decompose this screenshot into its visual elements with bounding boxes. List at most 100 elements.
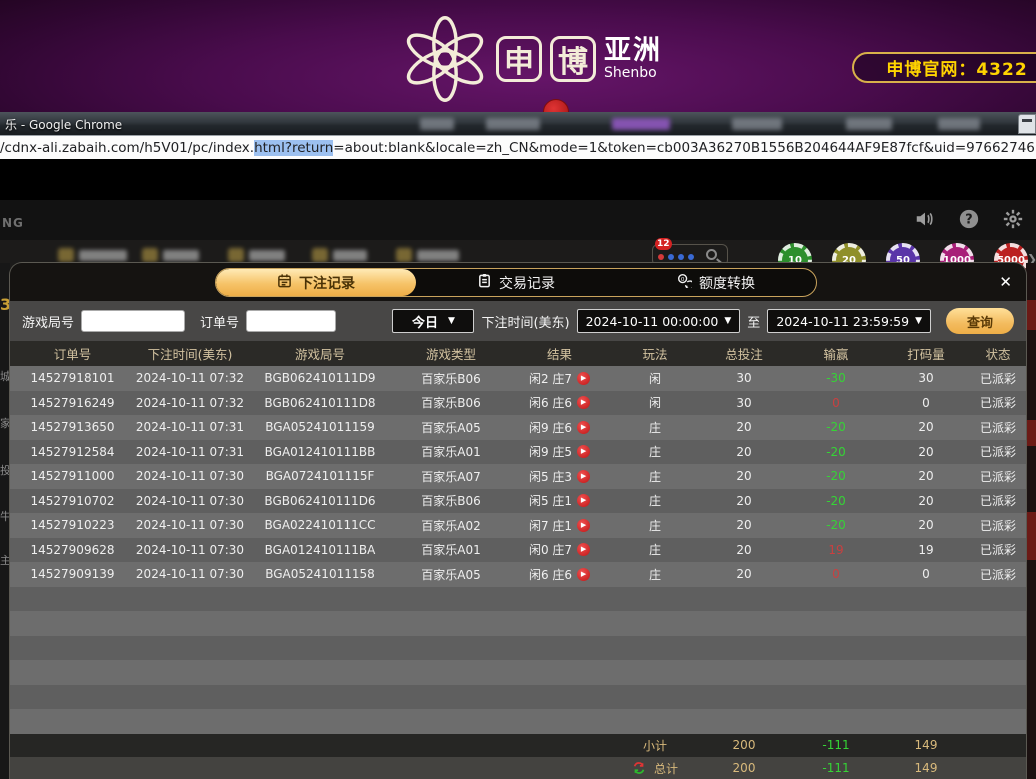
chevron-down-icon: ▼ [448,316,455,326]
cell-total-bet: 20 [698,445,790,459]
cell-win-loss: -20 [790,518,882,532]
cell-game-type: 百家乐B06 [395,370,507,387]
cell-result: 闲6 庄6▶ [507,566,612,583]
cell-bet-time: 2024-10-11 07:31 [135,420,245,434]
url-selected-text: html?return [254,140,333,156]
lobby-fragment: 牛 [0,508,10,524]
replay-button[interactable]: ▶ [577,494,590,507]
cell-status: 已派彩 [970,517,1026,534]
sum-turnover: 149 [882,738,970,752]
calendar-icon [277,273,292,292]
bet-time-label: 下注时间(美东) [481,312,569,331]
cell-game-round: BGA012410111BA [245,543,395,557]
cell-win-loss: 0 [790,567,882,581]
column-header: 游戏类型 [395,344,507,363]
table-row: 145279091392024-10-11 07:30BGA0524101115… [10,562,1026,587]
cell-order-id: 14527910223 [10,518,135,532]
sum-total-bet: 200 [698,738,790,752]
date-to-select[interactable]: 2024-10-11 23:59:59▼ [767,309,931,333]
cell-play: 庄 [612,419,698,436]
replay-button[interactable]: ▶ [577,445,590,458]
cell-bet-time: 2024-10-11 07:30 [135,567,245,581]
window-control-button[interactable] [1018,114,1036,134]
lobby-fragment: 主 [0,552,10,568]
column-header: 总投注 [698,344,790,363]
cell-total-bet: 20 [698,567,790,581]
cell-result: 闲2 庄7▶ [507,370,612,387]
cell-total-bet: 20 [698,518,790,532]
cell-game-type: 百家乐A01 [395,541,507,558]
cell-turnover: 20 [882,518,970,532]
blurred-game-tab [396,248,459,262]
table-body: 145279181012024-10-11 07:32BGB062410111D… [10,366,1026,734]
cell-total-bet: 30 [698,371,790,385]
screen: 申 博 亚洲 Shenbo 申博官网：4322 乐 - Google Chrom… [0,0,1036,779]
cell-status: 已派彩 [970,370,1026,387]
cell-bet-time: 2024-10-11 07:32 [135,396,245,410]
coins-icon: 0 [677,273,692,292]
cell-total-bet: 20 [698,494,790,508]
replay-button[interactable]: ▶ [577,372,590,385]
tab-transaction-records[interactable]: 交易记录 [416,269,616,296]
cell-bet-time: 2024-10-11 07:30 [135,469,245,483]
cell-turnover: 20 [882,494,970,508]
cell-play: 闲 [612,394,698,411]
cell-total-bet: 20 [698,469,790,483]
empty-table-row [10,709,1026,734]
column-header: 状态 [970,344,1026,363]
cell-win-loss: -30 [790,371,882,385]
cell-game-round: BGA05241011159 [245,420,395,434]
close-icon[interactable]: ✕ [999,273,1012,291]
cell-total-bet: 20 [698,543,790,557]
records-modal: 下注记录交易记录0额度转换 ✕ 游戏局号 订单号 今日▼ 下注时间(美东) 20… [10,263,1026,779]
replay-button[interactable]: ▶ [577,519,590,532]
empty-table-row [10,685,1026,710]
column-header: 玩法 [612,344,698,363]
search-icon[interactable] [706,249,717,260]
speaker-icon[interactable] [914,208,936,230]
svg-text:?: ? [965,213,972,228]
cell-game-type: 百家乐A05 [395,566,507,583]
date-from-select[interactable]: 2024-10-11 00:00:00▼ [577,309,741,333]
replay-button[interactable]: ▶ [577,421,590,434]
logo-char-box: 申 [496,36,542,82]
url-text: /cdnx-ali.zabaih.com/h5V01/pc/index. [0,140,254,156]
replay-button[interactable]: ▶ [577,568,590,581]
date-range-select[interactable]: 今日▼ [392,309,474,333]
sum-win-loss: -111 [790,761,882,775]
tab-bet-records[interactable]: 下注记录 [216,269,416,296]
empty-table-row [10,587,1026,612]
cell-play: 庄 [612,468,698,485]
replay-button[interactable]: ▶ [577,543,590,556]
cell-win-loss: 19 [790,543,882,557]
page-background [0,159,1036,200]
search-button[interactable]: 查询 [946,308,1014,334]
sum-turnover: 149 [882,761,970,775]
modal-tab-bar: 下注记录交易记录0额度转换 ✕ [10,263,1026,301]
logo-en-text: Shenbo [604,66,662,81]
cell-turnover: 20 [882,445,970,459]
refresh-icon[interactable] [632,761,646,775]
cell-status: 已派彩 [970,468,1026,485]
sum-label: 总计 [612,760,698,777]
replay-button[interactable]: ▶ [577,470,590,483]
cell-order-id: 14527909628 [10,543,135,557]
tab-quota-transfer[interactable]: 0额度转换 [616,269,816,296]
cell-result: 闲9 庄5▶ [507,443,612,460]
cell-order-id: 14527913650 [10,420,135,434]
logo-char-box: 博 [550,36,596,82]
cell-game-type: 百家乐A07 [395,468,507,485]
game-round-input[interactable] [81,310,185,332]
cell-status: 已派彩 [970,492,1026,509]
gear-icon[interactable] [1002,208,1024,230]
cell-turnover: 0 [882,567,970,581]
url-bar[interactable]: /cdnx-ali.zabaih.com/h5V01/pc/index.html… [0,135,1036,159]
lobby-fragment: 家 [0,415,10,431]
cell-result: 闲5 庄1▶ [507,492,612,509]
help-icon[interactable]: ? [958,208,980,230]
replay-button[interactable]: ▶ [577,396,590,409]
cell-win-loss: -20 [790,445,882,459]
lobby-fragment [1026,300,1036,330]
order-no-input[interactable] [246,310,336,332]
cell-bet-time: 2024-10-11 07:30 [135,518,245,532]
